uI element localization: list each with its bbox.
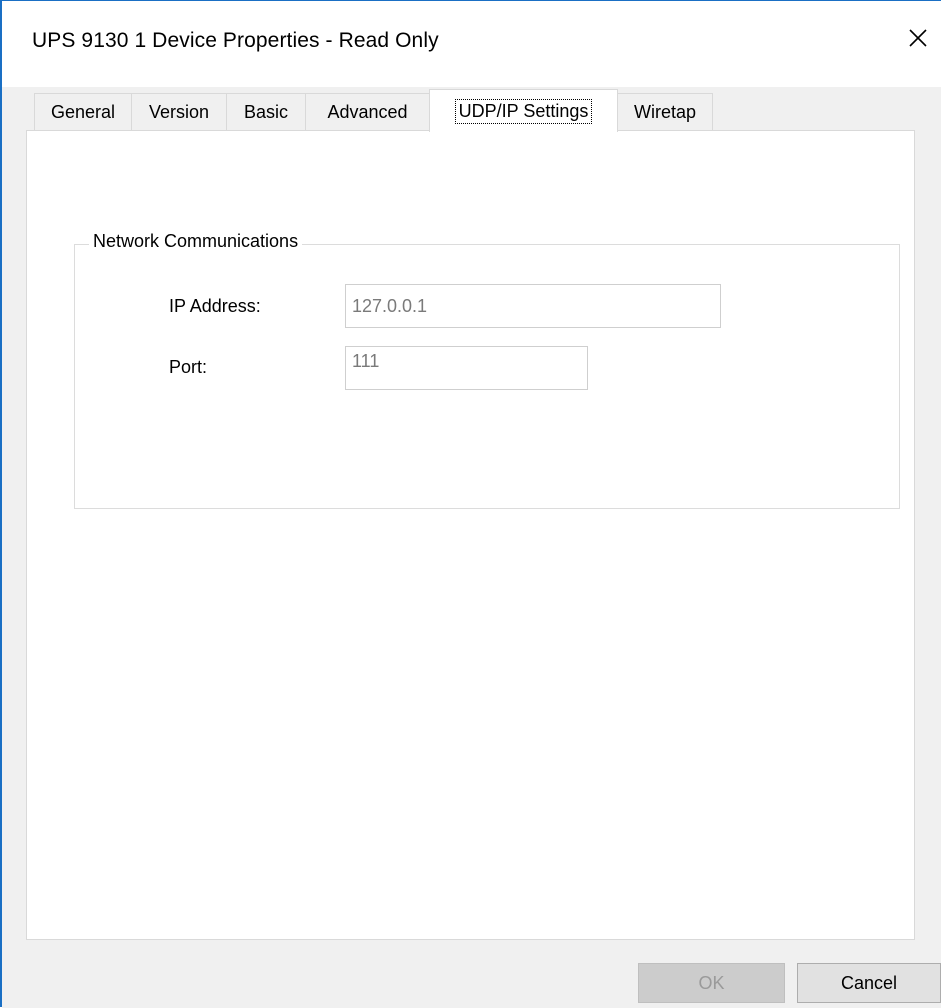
tab-wiretap[interactable]: Wiretap bbox=[617, 93, 713, 131]
network-communications-group: Network Communications IP Address: Port: bbox=[74, 231, 900, 509]
cancel-button[interactable]: Cancel bbox=[797, 963, 941, 1003]
port-label: Port: bbox=[169, 357, 208, 377]
tab-basic-label: Basic bbox=[243, 102, 288, 122]
tab-wiretap-label: Wiretap bbox=[633, 102, 696, 122]
udp-ip-settings-panel: Network Communications IP Address: Port: bbox=[26, 130, 915, 940]
tab-general-label: General bbox=[50, 102, 116, 122]
window-title: UPS 9130 1 Device Properties - Read Only bbox=[32, 29, 439, 52]
tab-udp-ip-settings-label: UDP/IP Settings bbox=[454, 98, 593, 124]
tab-advanced-label: Advanced bbox=[327, 102, 408, 122]
tab-general[interactable]: General bbox=[34, 93, 132, 131]
ip-address-label: IP Address: bbox=[169, 296, 261, 316]
ok-button[interactable]: OK bbox=[638, 963, 785, 1003]
ip-address-field[interactable] bbox=[345, 284, 721, 328]
dialog-footer: OK Cancel bbox=[2, 941, 941, 1008]
network-communications-label: Network Communications bbox=[89, 231, 303, 252]
tab-version[interactable]: Version bbox=[131, 93, 227, 131]
tab-advanced[interactable]: Advanced bbox=[305, 93, 430, 131]
device-properties-dialog: UPS 9130 1 Device Properties - Read Only… bbox=[0, 0, 941, 1008]
port-field[interactable] bbox=[345, 346, 588, 390]
tab-strip: General Version Basic Advanced UDP/IP Se… bbox=[34, 89, 914, 132]
title-bar: UPS 9130 1 Device Properties - Read Only bbox=[2, 1, 941, 87]
close-icon bbox=[908, 28, 928, 48]
tab-version-label: Version bbox=[148, 102, 210, 122]
tab-basic[interactable]: Basic bbox=[226, 93, 306, 131]
close-button[interactable] bbox=[895, 15, 941, 61]
tab-udp-ip-settings[interactable]: UDP/IP Settings bbox=[429, 89, 618, 132]
